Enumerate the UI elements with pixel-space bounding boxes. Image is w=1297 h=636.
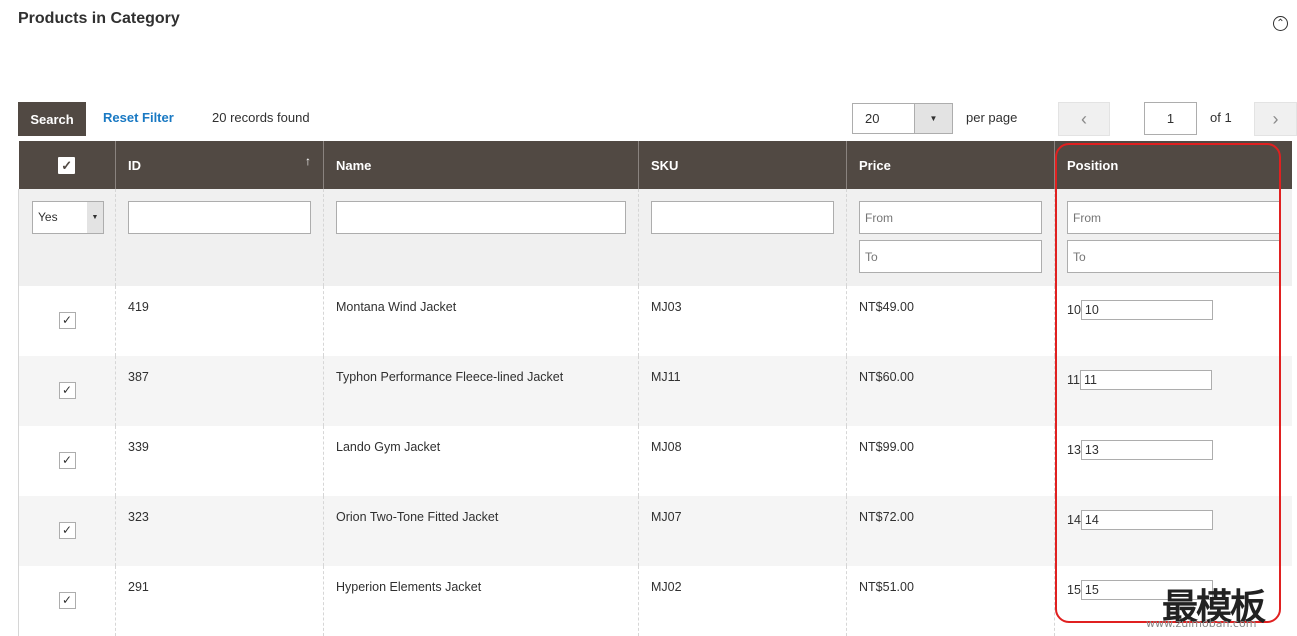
header-select-all[interactable]: ✓ [18, 141, 116, 189]
header-sku[interactable]: SKU [638, 141, 847, 189]
per-page-value: 20 [865, 111, 880, 126]
row-checkbox[interactable]: ✓ [58, 522, 76, 539]
watermark-url: www.zuimoban.com [1146, 617, 1257, 630]
sort-ascending-icon: ↑ [305, 154, 311, 168]
records-count: 20 records found [212, 110, 310, 125]
chevron-right-icon: › [1272, 108, 1279, 129]
position-input[interactable] [1080, 300, 1213, 320]
header-id[interactable]: ID ↑ [115, 141, 324, 189]
reset-filter-link[interactable]: Reset Filter [103, 110, 174, 125]
collapse-icon[interactable]: ⌃ [1273, 16, 1288, 31]
cell-price: NT$99.00 [846, 426, 1055, 496]
filter-id-input[interactable] [128, 201, 311, 234]
row-checkbox[interactable]: ✓ [58, 312, 76, 329]
header-position[interactable]: Position [1054, 141, 1292, 189]
header-price[interactable]: Price [846, 141, 1055, 189]
cell-name: Orion Two-Tone Fitted Jacket [323, 496, 639, 566]
per-page-label: per page [966, 110, 1018, 125]
products-grid: ✓ ID ↑ Name SKU Price Position Yes ▼ Fro… [18, 141, 1292, 636]
table-row[interactable]: ✓ 323 Orion Two-Tone Fitted Jacket MJ07 … [18, 496, 1292, 566]
cell-price: NT$72.00 [846, 496, 1055, 566]
position-input[interactable] [1080, 440, 1213, 460]
filter-id-cell [115, 189, 324, 286]
table-row[interactable]: ✓ 339 Lando Gym Jacket MJ08 NT$99.00 13 [18, 426, 1292, 496]
cell-sku: MJ03 [638, 286, 847, 356]
cell-id: 291 [115, 566, 324, 636]
pager-next-button[interactable]: › [1254, 102, 1297, 136]
filter-in-category-cell: Yes ▼ [18, 189, 116, 286]
cell-sku: MJ02 [638, 566, 847, 636]
row-checkbox[interactable]: ✓ [58, 382, 76, 399]
filter-sku-input[interactable] [651, 201, 834, 234]
row-select-cell: ✓ [18, 426, 116, 496]
filter-price-to-input[interactable] [859, 240, 1042, 273]
chevron-up-icon: ⌃ [1276, 17, 1285, 29]
filter-position-to-input[interactable] [1067, 240, 1280, 273]
position-text: 10 [1067, 303, 1081, 317]
table-row[interactable]: ✓ 387 Typhon Performance Fleece-lined Ja… [18, 356, 1292, 426]
filter-sku-cell [638, 189, 847, 286]
filter-position-from-input[interactable] [1067, 201, 1280, 234]
row-select-cell: ✓ [18, 566, 116, 636]
cell-name: Typhon Performance Fleece-lined Jacket [323, 356, 639, 426]
header-id-label: ID [128, 157, 141, 173]
row-select-cell: ✓ [18, 286, 116, 356]
position-text: 11 [1067, 373, 1080, 387]
position-text: 14 [1067, 513, 1081, 527]
per-page-select[interactable]: 20 ▼ [852, 103, 953, 134]
position-text: 13 [1067, 443, 1081, 457]
grid-header-row: ✓ ID ↑ Name SKU Price Position [18, 141, 1292, 189]
row-checkbox[interactable]: ✓ [58, 592, 76, 609]
cell-sku: MJ11 [638, 356, 847, 426]
filter-position-cell [1054, 189, 1292, 286]
cell-name: Montana Wind Jacket [323, 286, 639, 356]
cell-price: NT$49.00 [846, 286, 1055, 356]
cell-name: Lando Gym Jacket [323, 426, 639, 496]
table-row[interactable]: ✓ 419 Montana Wind Jacket MJ03 NT$49.00 … [18, 286, 1292, 356]
in-category-value: Yes [38, 210, 58, 224]
search-button[interactable]: Search [18, 102, 86, 136]
cell-sku: MJ08 [638, 426, 847, 496]
cell-id: 387 [115, 356, 324, 426]
cell-position: 11 [1054, 356, 1292, 426]
page-number-input[interactable] [1144, 102, 1197, 135]
grid-filter-row: Yes ▼ [18, 189, 1292, 286]
row-select-cell: ✓ [18, 496, 116, 566]
filter-price-from-input[interactable] [859, 201, 1042, 234]
cell-position: 14 [1054, 496, 1292, 566]
cell-id: 323 [115, 496, 324, 566]
section-title: Products in Category [18, 10, 180, 27]
cell-id: 339 [115, 426, 324, 496]
row-checkbox[interactable]: ✓ [58, 452, 76, 469]
filter-name-cell [323, 189, 639, 286]
pager-prev-button[interactable]: ‹ [1058, 102, 1110, 136]
in-category-select[interactable]: Yes ▼ [32, 201, 104, 234]
table-row[interactable]: ✓ 291 Hyperion Elements Jacket MJ02 NT$5… [18, 566, 1292, 636]
cell-position: 10 [1054, 286, 1292, 356]
page-total: of 1 [1210, 110, 1232, 125]
chevron-down-icon[interactable]: ▼ [914, 104, 952, 133]
cell-price: NT$60.00 [846, 356, 1055, 426]
filter-price-cell [846, 189, 1055, 286]
cell-position: 13 [1054, 426, 1292, 496]
filter-name-input[interactable] [336, 201, 626, 234]
cell-price: NT$51.00 [846, 566, 1055, 636]
chevron-left-icon: ‹ [1081, 108, 1087, 129]
cell-name: Hyperion Elements Jacket [323, 566, 639, 636]
select-all-checkbox[interactable]: ✓ [58, 156, 76, 174]
position-text: 15 [1067, 583, 1081, 597]
header-name[interactable]: Name [323, 141, 639, 189]
cell-sku: MJ07 [638, 496, 847, 566]
chevron-down-icon[interactable]: ▼ [87, 202, 103, 233]
row-select-cell: ✓ [18, 356, 116, 426]
position-input[interactable] [1079, 370, 1212, 390]
cell-id: 419 [115, 286, 324, 356]
position-input[interactable] [1080, 510, 1213, 530]
